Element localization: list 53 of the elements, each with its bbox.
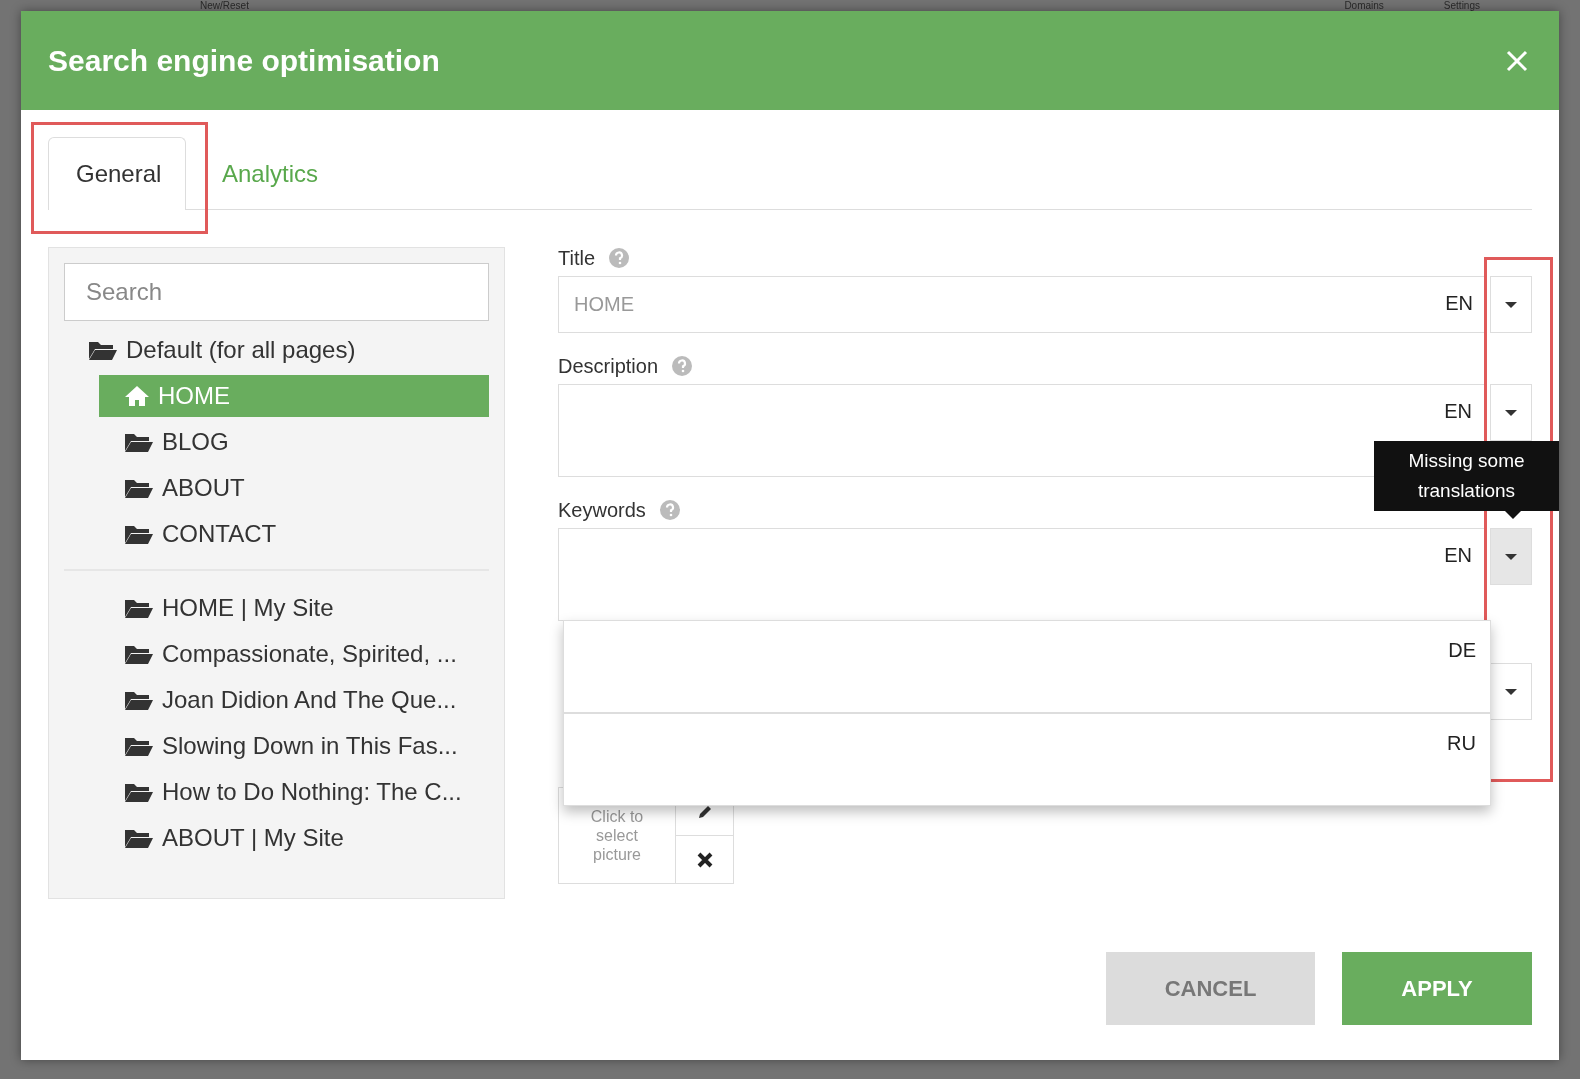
tooltip-arrow: [1505, 511, 1521, 519]
language-dropdown[interactable]: [1490, 276, 1532, 333]
text-area[interactable]: RU: [563, 713, 1491, 806]
language-label: RU: [1447, 732, 1476, 756]
language-dropdown[interactable]: [1490, 528, 1532, 585]
text-area[interactable]: DE: [563, 620, 1491, 713]
page-list-item[interactable]: Joan Didion And The Que...: [64, 677, 489, 723]
folder-icon: [124, 477, 154, 499]
folder-icon: [124, 431, 154, 453]
page-list-item[interactable]: How to Do Nothing: The C...: [64, 769, 489, 815]
tooltip: Missing some translations: [1374, 441, 1559, 511]
folder-icon: [124, 643, 154, 665]
page-tree-item[interactable]: Default (for all pages): [64, 327, 489, 373]
help-icon: [659, 500, 680, 520]
folder-icon: [124, 735, 154, 757]
page-list-item[interactable]: ABOUT | My Site: [64, 815, 489, 861]
close-icon: [695, 850, 714, 869]
tab[interactable]: General: [48, 137, 186, 210]
caret-icon: [1505, 409, 1517, 416]
dialog-title: Search engine optimisation: [48, 43, 440, 78]
language-dropdown[interactable]: [1490, 663, 1532, 720]
toolbar-label: Settings: [1443, 1, 1480, 11]
page-tree-item[interactable]: ABOUT: [64, 465, 489, 511]
page-list-item[interactable]: Compassionate, Spirited, ...: [64, 631, 489, 677]
language-label: EN: [1444, 400, 1472, 423]
search-field[interactable]: Search: [64, 263, 489, 321]
language-label: EN: [1444, 544, 1472, 567]
field-label: Title: [558, 246, 596, 270]
field-label: Description: [558, 354, 659, 378]
folder-icon: [88, 339, 118, 361]
home-icon: [124, 385, 150, 407]
page-list-item[interactable]: HOME | My Site: [64, 585, 489, 631]
caret-icon: [1505, 301, 1517, 308]
toolbar-label: New/Reset: [200, 1, 249, 11]
pencil-icon: [696, 803, 713, 820]
help-icon: [672, 356, 693, 376]
folder-icon: [124, 689, 154, 711]
folder-icon: [124, 523, 154, 545]
folder-icon: [124, 597, 154, 619]
caret-icon: [1505, 688, 1517, 695]
help-icon: [609, 248, 630, 268]
folder-icon: [124, 827, 154, 849]
toolbar-label: Domains: [1344, 1, 1384, 11]
language-label: EN: [1445, 292, 1473, 315]
page-tree-item[interactable]: BLOG: [64, 419, 489, 465]
page-tree-item[interactable]: CONTACT: [64, 511, 489, 557]
language-dropdown[interactable]: [1490, 384, 1532, 441]
language-label: DE: [1448, 639, 1476, 663]
page-list-item[interactable]: Slowing Down in This Fas...: [64, 723, 489, 769]
field-label: Keywords: [558, 498, 646, 522]
folder-icon: [124, 781, 154, 803]
caret-icon: [1505, 553, 1517, 560]
close-icon: [1506, 49, 1528, 72]
